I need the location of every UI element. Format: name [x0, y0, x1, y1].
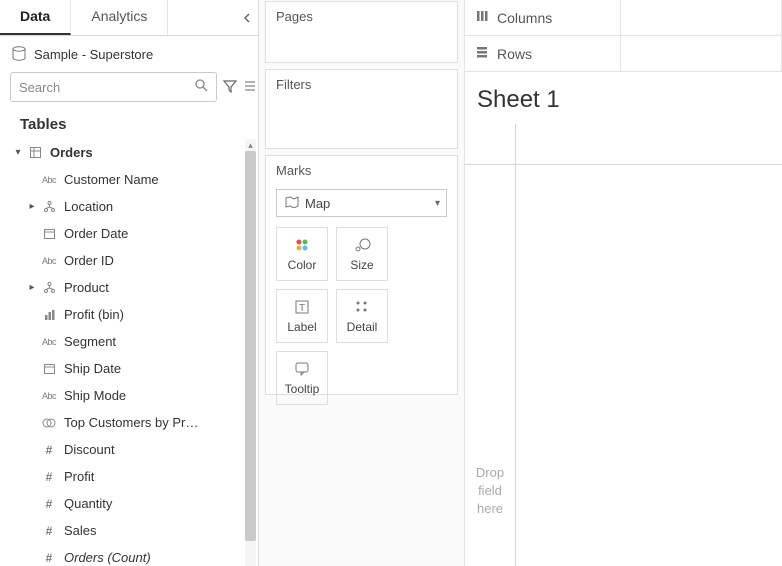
fields-tree: ▾OrdersAbcCustomer Name▸LocationOrder Da… — [0, 139, 258, 566]
type-icon — [40, 200, 58, 213]
field-label: Order ID — [58, 253, 258, 268]
field-label: Discount — [58, 442, 258, 457]
search-input-container — [10, 72, 217, 102]
field-label: Ship Mode — [58, 388, 258, 403]
collapse-pane-button[interactable] — [236, 0, 258, 35]
rows-drop-zone[interactable] — [621, 36, 782, 71]
scrollbar[interactable]: ▴ — [245, 139, 256, 566]
columns-shelf[interactable]: Columns — [465, 0, 782, 36]
field-item[interactable]: Profit (bin) — [0, 301, 258, 328]
type-icon: Abc — [40, 175, 58, 185]
type-icon: Abc — [40, 337, 58, 347]
table-icon — [26, 146, 44, 159]
marks-card: Marks Map ▾ Color Size T La — [265, 155, 458, 395]
viz-canvas[interactable]: Drop field here — [465, 124, 782, 566]
type-icon: # — [40, 524, 58, 538]
view-list-icon[interactable] — [243, 79, 257, 96]
type-icon: # — [40, 443, 58, 457]
type-icon: # — [40, 497, 58, 511]
field-label: Customer Name — [58, 172, 258, 187]
field-item[interactable]: #Orders (Count) — [0, 544, 258, 566]
field-label: Top Customers by Pr… — [58, 415, 258, 430]
type-icon: # — [40, 551, 58, 565]
scroll-thumb[interactable] — [245, 151, 256, 541]
field-item[interactable]: Ship Date — [0, 355, 258, 382]
rows-icon — [475, 45, 489, 62]
field-item[interactable]: #Sales — [0, 517, 258, 544]
map-icon — [285, 196, 299, 211]
mark-type-select[interactable]: Map ▾ — [276, 189, 447, 217]
mark-tooltip[interactable]: Tooltip — [276, 351, 328, 405]
type-icon — [40, 227, 58, 240]
svg-text:T: T — [299, 303, 305, 314]
search-icon[interactable] — [195, 79, 208, 95]
type-icon — [40, 362, 58, 375]
table-orders[interactable]: ▾Orders — [0, 139, 258, 166]
rows-shelf[interactable]: Rows — [465, 36, 782, 72]
chevron-down-icon: ▾ — [435, 198, 440, 209]
field-label: Segment — [58, 334, 258, 349]
columns-label: Columns — [497, 10, 552, 26]
field-item[interactable]: AbcSegment — [0, 328, 258, 355]
field-label: Order Date — [58, 226, 258, 241]
expand-icon[interactable]: ▸ — [24, 282, 40, 293]
field-label: Sales — [58, 523, 258, 538]
field-item[interactable]: AbcOrder ID — [0, 247, 258, 274]
columns-drop-zone[interactable] — [621, 0, 782, 35]
field-item[interactable]: AbcShip Mode — [0, 382, 258, 409]
sheet-title[interactable]: Sheet 1 — [465, 72, 782, 124]
mark-size[interactable]: Size — [336, 227, 388, 281]
mark-label[interactable]: T Label — [276, 289, 328, 343]
tab-data[interactable]: Data — [0, 0, 71, 35]
field-label: Profit — [58, 469, 258, 484]
rows-label: Rows — [497, 46, 532, 62]
datasource-item[interactable]: Sample - Superstore — [0, 36, 258, 72]
field-item[interactable]: Order Date — [0, 220, 258, 247]
drop-field-hint: Drop field here — [465, 464, 515, 519]
field-item[interactable]: ▸ Location — [0, 193, 258, 220]
type-icon — [40, 281, 58, 294]
mark-type-label: Map — [305, 196, 330, 211]
mark-detail[interactable]: Detail — [336, 289, 388, 343]
field-item[interactable]: ▸ Product — [0, 274, 258, 301]
filter-icon[interactable] — [223, 79, 237, 96]
field-item[interactable]: Top Customers by Pr… — [0, 409, 258, 436]
field-label: Location — [58, 199, 258, 214]
field-label: Orders (Count) — [58, 550, 258, 565]
type-icon: # — [40, 470, 58, 484]
field-item[interactable]: #Profit — [0, 463, 258, 490]
filters-shelf[interactable]: Filters — [265, 69, 458, 149]
filters-title: Filters — [266, 70, 457, 99]
pages-title: Pages — [266, 2, 457, 31]
collapse-icon[interactable]: ▾ — [10, 147, 26, 158]
type-icon — [40, 308, 58, 321]
field-item[interactable]: #Discount — [0, 436, 258, 463]
type-icon — [40, 417, 58, 429]
type-icon: Abc — [40, 391, 58, 401]
datasource-name: Sample - Superstore — [34, 47, 153, 62]
field-label: Profit (bin) — [58, 307, 258, 322]
type-icon: Abc — [40, 256, 58, 266]
field-label: Ship Date — [58, 361, 258, 376]
field-label: Quantity — [58, 496, 258, 511]
pages-shelf[interactable]: Pages — [265, 1, 458, 63]
field-label: Product — [58, 280, 258, 295]
field-item[interactable]: #Quantity — [0, 490, 258, 517]
columns-icon — [475, 9, 489, 26]
marks-title: Marks — [266, 156, 457, 185]
tab-analytics[interactable]: Analytics — [71, 0, 168, 35]
search-input[interactable] — [19, 80, 195, 95]
field-item[interactable]: AbcCustomer Name — [0, 166, 258, 193]
tables-header: Tables — [0, 102, 258, 139]
mark-color[interactable]: Color — [276, 227, 328, 281]
database-icon — [12, 46, 26, 62]
expand-icon[interactable]: ▸ — [24, 201, 40, 212]
scroll-up-icon[interactable]: ▴ — [245, 139, 256, 151]
